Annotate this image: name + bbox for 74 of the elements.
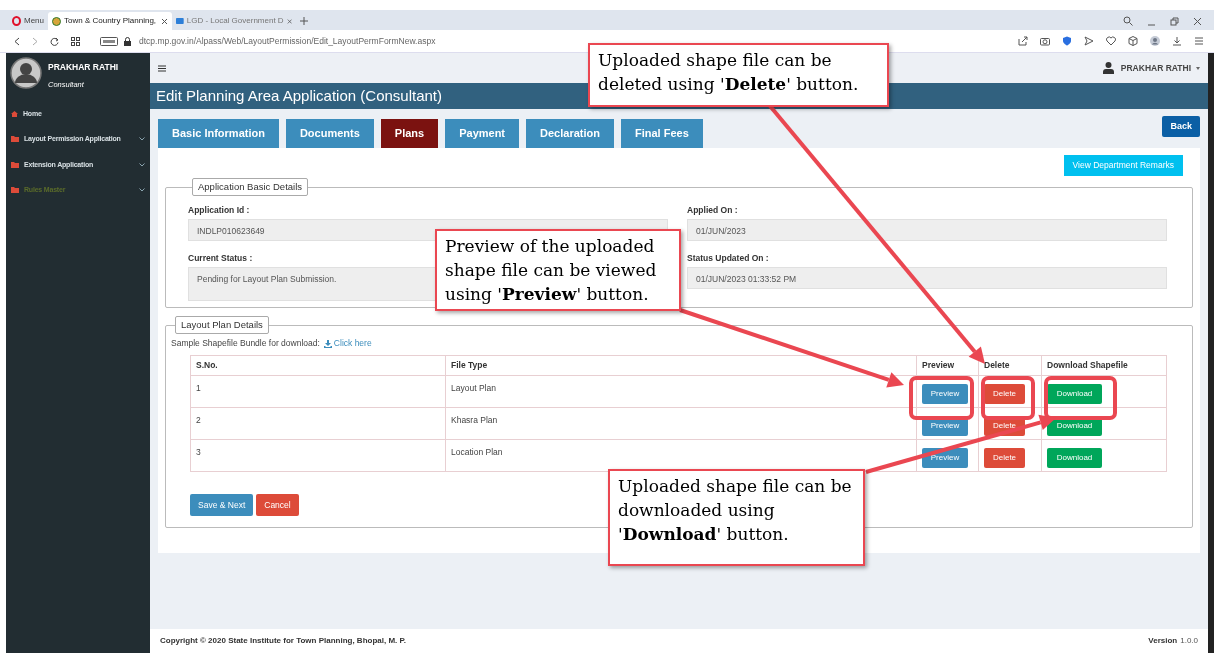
tab[interactable]: Final Fees [620,119,703,148]
tab[interactable]: Documents [285,119,374,148]
callout-tooltip: Uploaded shape file can be downloaded using 'Download' button. [608,469,865,566]
camera-icon[interactable] [1040,36,1050,46]
cancel-button[interactable]: Cancel [256,494,299,516]
restore-icon[interactable] [1170,16,1179,26]
field-label: Application Id : [188,204,251,216]
browser-tab[interactable]: LGD - Local Government D [172,12,296,30]
table-cell: 1 [190,375,446,408]
close-icon[interactable] [161,17,168,25]
user-name: PRAKHAR RATHI [48,61,119,74]
heart-icon[interactable] [1106,36,1116,46]
column-header: S.No. [190,355,446,376]
grid-icon[interactable] [71,36,80,46]
send-icon[interactable] [1084,36,1094,46]
column-header: File Type [445,355,917,376]
menu-icon[interactable] [158,64,166,72]
lock-icon [124,36,131,46]
sample-text: Sample Shapefile Bundle for download: [171,337,320,350]
new-tab-icon[interactable] [300,17,308,25]
highlight-frame [981,376,1035,420]
avatar-icon[interactable] [1150,36,1160,46]
column-header: Download Shapefile [1041,355,1167,376]
caret-icon [1196,66,1200,70]
panel-legend: Application Basic Details [192,178,309,197]
download-button[interactable]: Download [1047,384,1102,404]
panel-legend: Layout Plan Details [175,316,269,335]
back-button[interactable]: Back [1162,116,1200,137]
version-label: Version [1148,635,1178,647]
emblem-icon [52,16,61,26]
browser-tab[interactable]: Town & Country Planning, [48,12,172,30]
table-cell: 2 [190,407,446,440]
remarks-button[interactable]: View Department Remarks [1063,155,1183,176]
download-button[interactable]: Download [1047,448,1102,468]
shield-icon[interactable] [1062,36,1072,46]
field-label: Current Status : [188,252,254,264]
download-icon [323,339,332,348]
search-icon[interactable] [1123,16,1133,26]
share-icon[interactable] [1018,36,1028,46]
user-menu[interactable]: PRAKHAR RATHI [1120,61,1191,75]
tab[interactable]: Declaration [526,119,614,148]
version-number: 1.0.0 [1180,635,1198,647]
browser-logo-icon [12,16,21,26]
field-label: Applied On : [687,204,739,216]
download-icon[interactable] [1172,36,1182,46]
field-label: Status Updated On : [687,252,770,264]
back-icon[interactable] [14,36,20,46]
cube-icon[interactable] [1128,36,1138,46]
delete-button[interactable]: Delete [984,448,1025,468]
table-cell: 3 [190,439,446,472]
site-icon [176,17,184,25]
reload-icon[interactable] [50,36,59,46]
user-icon [1102,62,1114,74]
callout-tooltip: Preview of the uploaded shape file can be viewed using 'Preview' button. [435,229,681,311]
avatar-icon [10,57,42,89]
home-icon [11,110,18,117]
preview-button[interactable]: Preview [922,384,968,404]
folder-icon [11,187,19,194]
copyright-text: Copyright © 2020 State Institute for Town Planning, Bhopal, M. P. [160,635,407,647]
folder-icon [11,161,19,168]
highlight-frame [909,376,974,420]
tab[interactable]: Payment [445,119,520,148]
address-field[interactable]: dtcp.mp.gov.in/Alpass/Web/LayoutPermission/Edit_LayoutPermFormNew.aspx [139,34,436,48]
browser-menu[interactable]: Menu [8,12,48,30]
table-cell: Khasra Plan [445,407,917,440]
tab[interactable]: Basic Information [158,119,279,148]
save-button[interactable]: Save & Next [190,494,254,516]
vpn-icon[interactable] [100,36,118,46]
tab[interactable]: Plans [380,119,439,148]
close-icon[interactable] [1193,16,1202,26]
folder-icon [11,136,19,143]
sample-link[interactable]: Click here [333,337,372,350]
callout-tooltip: Uploaded shape file can be deleted using 'Delete' button. [588,43,889,107]
delete-button[interactable]: Delete [984,384,1025,404]
